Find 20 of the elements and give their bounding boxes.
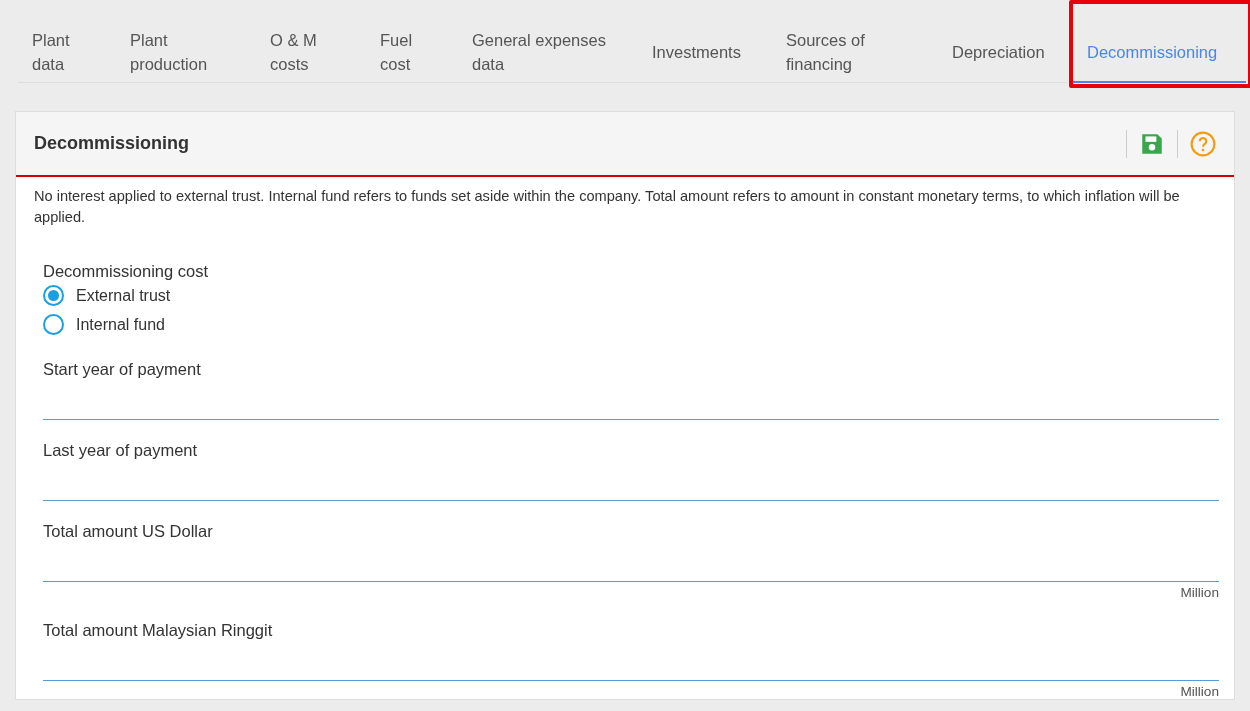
tab[interactable]: General expenses data [458, 8, 638, 82]
field-label: Last year of payment [43, 441, 199, 460]
tab[interactable]: Depreciation [938, 8, 1073, 82]
radio-group-label: Decommissioning cost [43, 262, 210, 281]
radio-option[interactable]: Internal fund [43, 310, 165, 339]
radio-option[interactable]: External trust [43, 281, 171, 310]
tab[interactable]: O & M costs [256, 8, 366, 82]
help-icon[interactable] [1190, 130, 1216, 157]
unit-label: Million [1180, 585, 1219, 600]
field-label: Total amount US Dollar [43, 522, 214, 541]
description-text: No interest applied to external trust. Internal fund refers to funds set aside within the company. Total amount refers to amount in constant monetary terms, to which inflation will be applied. [33, 187, 1181, 227]
tab[interactable]: Sources of financing [772, 8, 938, 82]
field-label: Start year of payment [43, 360, 202, 379]
tab[interactable]: Investments [638, 8, 772, 82]
tab[interactable]: Fuel cost [366, 8, 458, 82]
unit-label: Million [1180, 684, 1219, 699]
panel-title: Decommissioning [34, 133, 191, 154]
field-label: Total amount Malaysian Ringgit [43, 621, 274, 640]
tab[interactable]: Plant data [18, 8, 116, 82]
tab[interactable]: Plant production [116, 8, 256, 82]
